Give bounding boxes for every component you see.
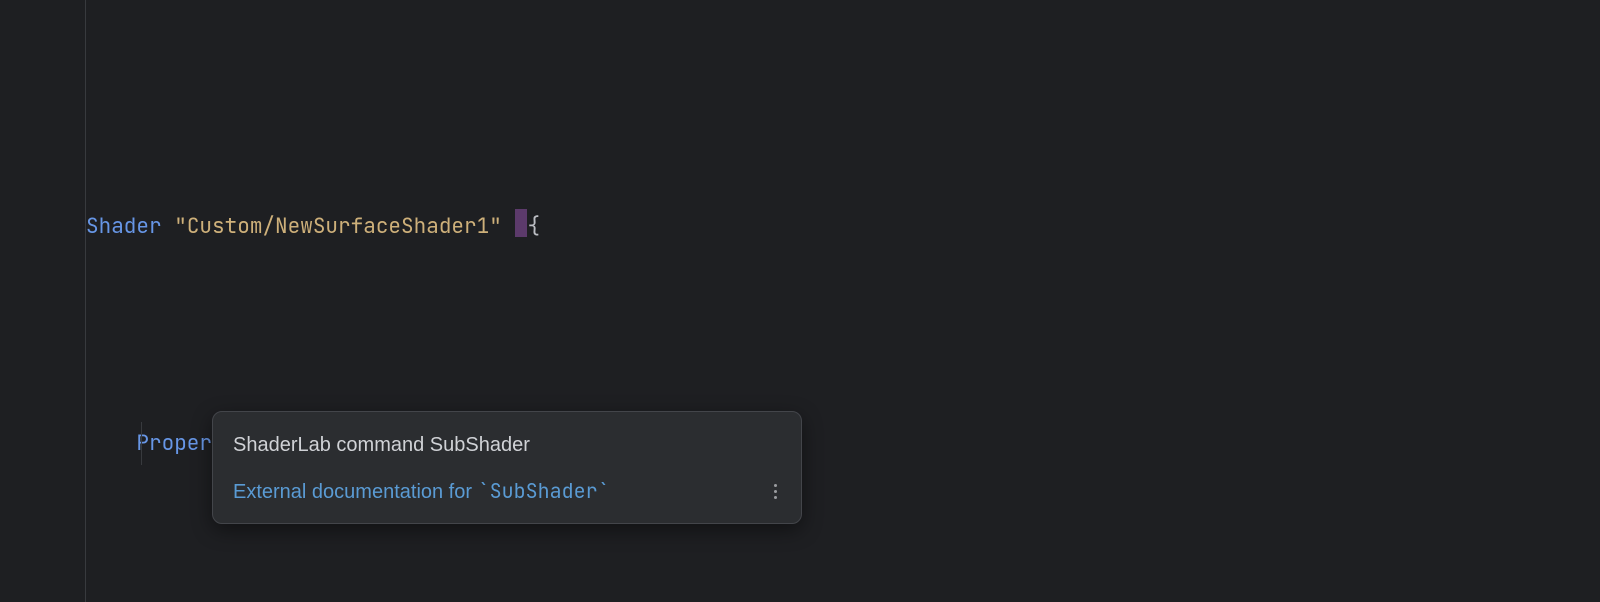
code-line[interactable]: Shader "Custom/NewSurfaceShader1" { [86,205,1600,248]
gutter [0,0,86,602]
quick-doc-popup[interactable]: ShaderLab command SubShader External doc… [212,411,802,524]
doc-popup-title: ShaderLab command SubShader [233,430,781,460]
keyword-shader: Shader [86,213,162,240]
string-shader-name: "Custom/NewSurfaceShader1" [174,213,502,240]
more-options-icon[interactable] [770,480,781,503]
brace-open: { [527,213,540,240]
doc-external-link[interactable]: External documentation for `SubShader` [233,476,610,507]
text-cursor [515,209,527,237]
code-editor[interactable]: Shader "Custom/NewSurfaceShader1" { Prop… [0,0,1600,602]
